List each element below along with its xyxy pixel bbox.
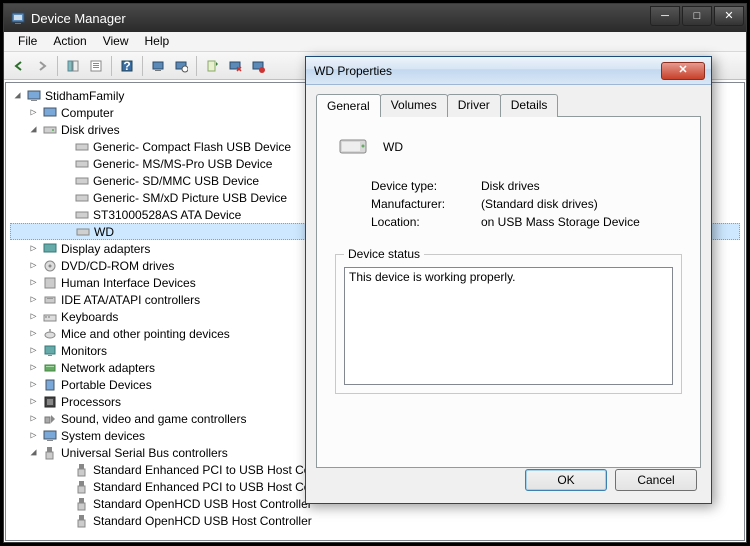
- computer-icon: [26, 88, 42, 104]
- category-icon: [42, 411, 58, 427]
- back-button[interactable]: [8, 55, 30, 77]
- menu-view[interactable]: View: [95, 32, 137, 51]
- collapse-icon[interactable]: ◢: [28, 447, 39, 458]
- expand-icon[interactable]: ▷: [28, 413, 39, 424]
- minimize-button[interactable]: ─: [650, 6, 680, 26]
- expand-icon[interactable]: ▷: [28, 430, 39, 441]
- uninstall-button[interactable]: [224, 55, 246, 77]
- expand-icon[interactable]: ▷: [28, 243, 39, 254]
- expand-icon[interactable]: ▷: [28, 311, 39, 322]
- category-icon: [42, 343, 58, 359]
- expand-icon[interactable]: ▷: [28, 277, 39, 288]
- category-icon: [42, 428, 58, 444]
- ok-button[interactable]: OK: [525, 469, 607, 491]
- manufacturer-value: (Standard disk drives): [481, 197, 598, 211]
- expand-icon[interactable]: ▷: [28, 107, 39, 118]
- tab-volumes[interactable]: Volumes: [380, 94, 448, 117]
- collapse-icon[interactable]: ◢: [12, 90, 23, 101]
- maximize-button[interactable]: □: [682, 6, 712, 26]
- location-label: Location:: [371, 215, 481, 229]
- dialog-title: WD Properties: [314, 64, 661, 78]
- tab-details[interactable]: Details: [500, 94, 559, 117]
- category-icon: [42, 326, 58, 342]
- refresh-button[interactable]: [170, 55, 192, 77]
- category-icon: [42, 377, 58, 393]
- category-icon: [42, 394, 58, 410]
- category-icon: [42, 258, 58, 274]
- dialog-titlebar[interactable]: WD Properties ✕: [306, 57, 711, 85]
- category-icon: [42, 292, 58, 308]
- expand-icon[interactable]: ▷: [28, 362, 39, 373]
- usb-icon: [74, 513, 90, 529]
- menu-file[interactable]: File: [10, 32, 45, 51]
- menubar: File Action View Help: [4, 32, 746, 52]
- tab-general[interactable]: General: [316, 94, 381, 117]
- disk-drive-icon: [42, 122, 58, 138]
- usb-icon: [74, 479, 90, 495]
- disk-drive-icon: [74, 139, 90, 155]
- expand-icon[interactable]: ▷: [28, 328, 39, 339]
- category-icon: [42, 360, 58, 376]
- dialog-close-button[interactable]: ✕: [661, 62, 705, 80]
- device-name: WD: [383, 140, 403, 154]
- expand-icon[interactable]: ▷: [28, 345, 39, 356]
- show-hide-tree-button[interactable]: [62, 55, 84, 77]
- tab-panel-general: WD Device type:Disk drives Manufacturer:…: [316, 116, 701, 468]
- expand-icon[interactable]: ▷: [28, 379, 39, 390]
- category-icon: [42, 445, 58, 461]
- tab-strip: General Volumes Driver Details: [316, 93, 701, 116]
- usb-icon: [74, 496, 90, 512]
- category-icon: [42, 241, 58, 257]
- window-title: Device Manager: [31, 11, 650, 26]
- disk-drive-icon: [337, 131, 369, 163]
- help-button[interactable]: ?: [116, 55, 138, 77]
- update-driver-button[interactable]: [201, 55, 223, 77]
- scan-hardware-button[interactable]: [147, 55, 169, 77]
- collapse-icon[interactable]: ◢: [28, 124, 39, 135]
- menu-action[interactable]: Action: [45, 32, 94, 51]
- properties-button[interactable]: [85, 55, 107, 77]
- device-status-group: Device status This device is working pro…: [335, 247, 682, 394]
- forward-button[interactable]: [31, 55, 53, 77]
- device-status-legend: Device status: [344, 247, 424, 261]
- tab-driver[interactable]: Driver: [447, 94, 501, 117]
- device-type-label: Device type:: [371, 179, 481, 193]
- menu-help[interactable]: Help: [137, 32, 178, 51]
- disk-drive-icon: [74, 173, 90, 189]
- usb-icon: [74, 462, 90, 478]
- tree-usb-item[interactable]: Standard OpenHCD USB Host Controller: [10, 512, 740, 529]
- disk-drive-icon: [74, 156, 90, 172]
- category-icon: [42, 309, 58, 325]
- disk-drive-icon: [74, 207, 90, 223]
- disk-drive-icon: [74, 190, 90, 206]
- expand-icon[interactable]: ▷: [28, 396, 39, 407]
- disk-drive-icon: [75, 224, 91, 240]
- svg-text:?: ?: [123, 59, 130, 73]
- titlebar[interactable]: Device Manager ─ □ ✕: [4, 4, 746, 32]
- computer-icon: [42, 105, 58, 121]
- category-icon: [42, 275, 58, 291]
- location-value: on USB Mass Storage Device: [481, 215, 640, 229]
- cancel-button[interactable]: Cancel: [615, 469, 697, 491]
- expand-icon[interactable]: ▷: [28, 260, 39, 271]
- device-status-text[interactable]: This device is working properly.: [344, 267, 673, 385]
- properties-dialog: WD Properties ✕ General Volumes Driver D…: [305, 56, 712, 504]
- expand-icon[interactable]: ▷: [28, 294, 39, 305]
- device-type-value: Disk drives: [481, 179, 540, 193]
- app-icon: [10, 10, 26, 26]
- disable-button[interactable]: [247, 55, 269, 77]
- manufacturer-label: Manufacturer:: [371, 197, 481, 211]
- close-button[interactable]: ✕: [714, 6, 744, 26]
